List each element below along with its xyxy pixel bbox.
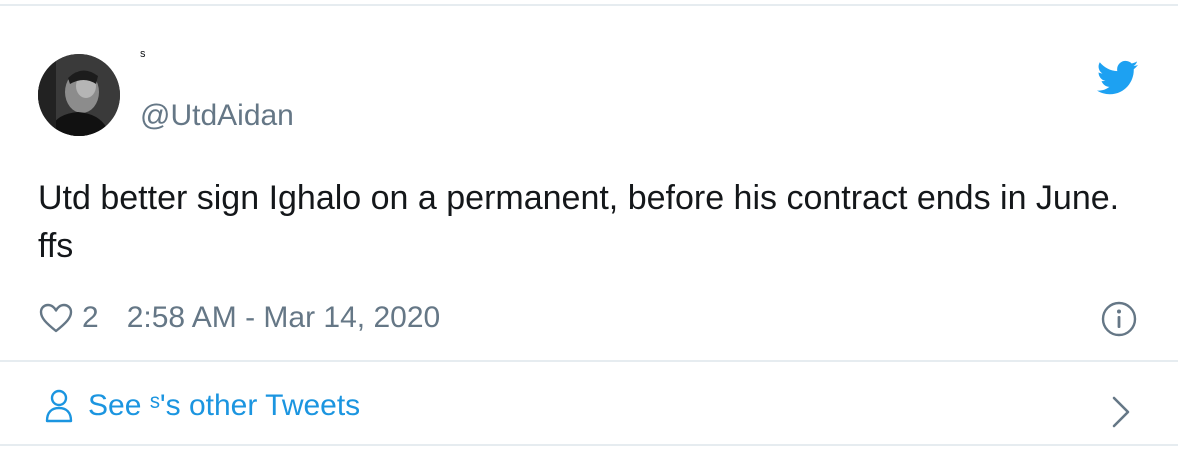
avatar[interactable] (38, 54, 120, 136)
timestamp[interactable]: 2:58 AM - Mar 14, 2020 (127, 301, 441, 335)
chevron-right-icon[interactable] (1110, 394, 1132, 430)
footer: See ˢ's other Tweets (0, 362, 1178, 448)
see-other-tweets-label: See ˢ's other Tweets (88, 389, 361, 422)
display-name[interactable]: ˢ (140, 48, 145, 66)
tweet-card: ˢ @UtdAidan Utd better sign Ighalo on a … (0, 4, 1178, 446)
tweet-text: Utd better sign Ighalo on a permanent, b… (38, 179, 1120, 265)
heart-icon[interactable] (38, 302, 74, 334)
like-count[interactable]: 2 (82, 301, 99, 335)
user-handle[interactable]: @UtdAidan (140, 98, 294, 134)
info-icon[interactable] (1100, 300, 1138, 338)
twitter-bird-icon[interactable] (1096, 60, 1139, 96)
see-other-tweets-link[interactable]: See ˢ's other Tweets (44, 388, 360, 424)
person-icon (44, 388, 74, 424)
tweet-meta: 2 2:58 AM - Mar 14, 2020 (38, 296, 440, 340)
